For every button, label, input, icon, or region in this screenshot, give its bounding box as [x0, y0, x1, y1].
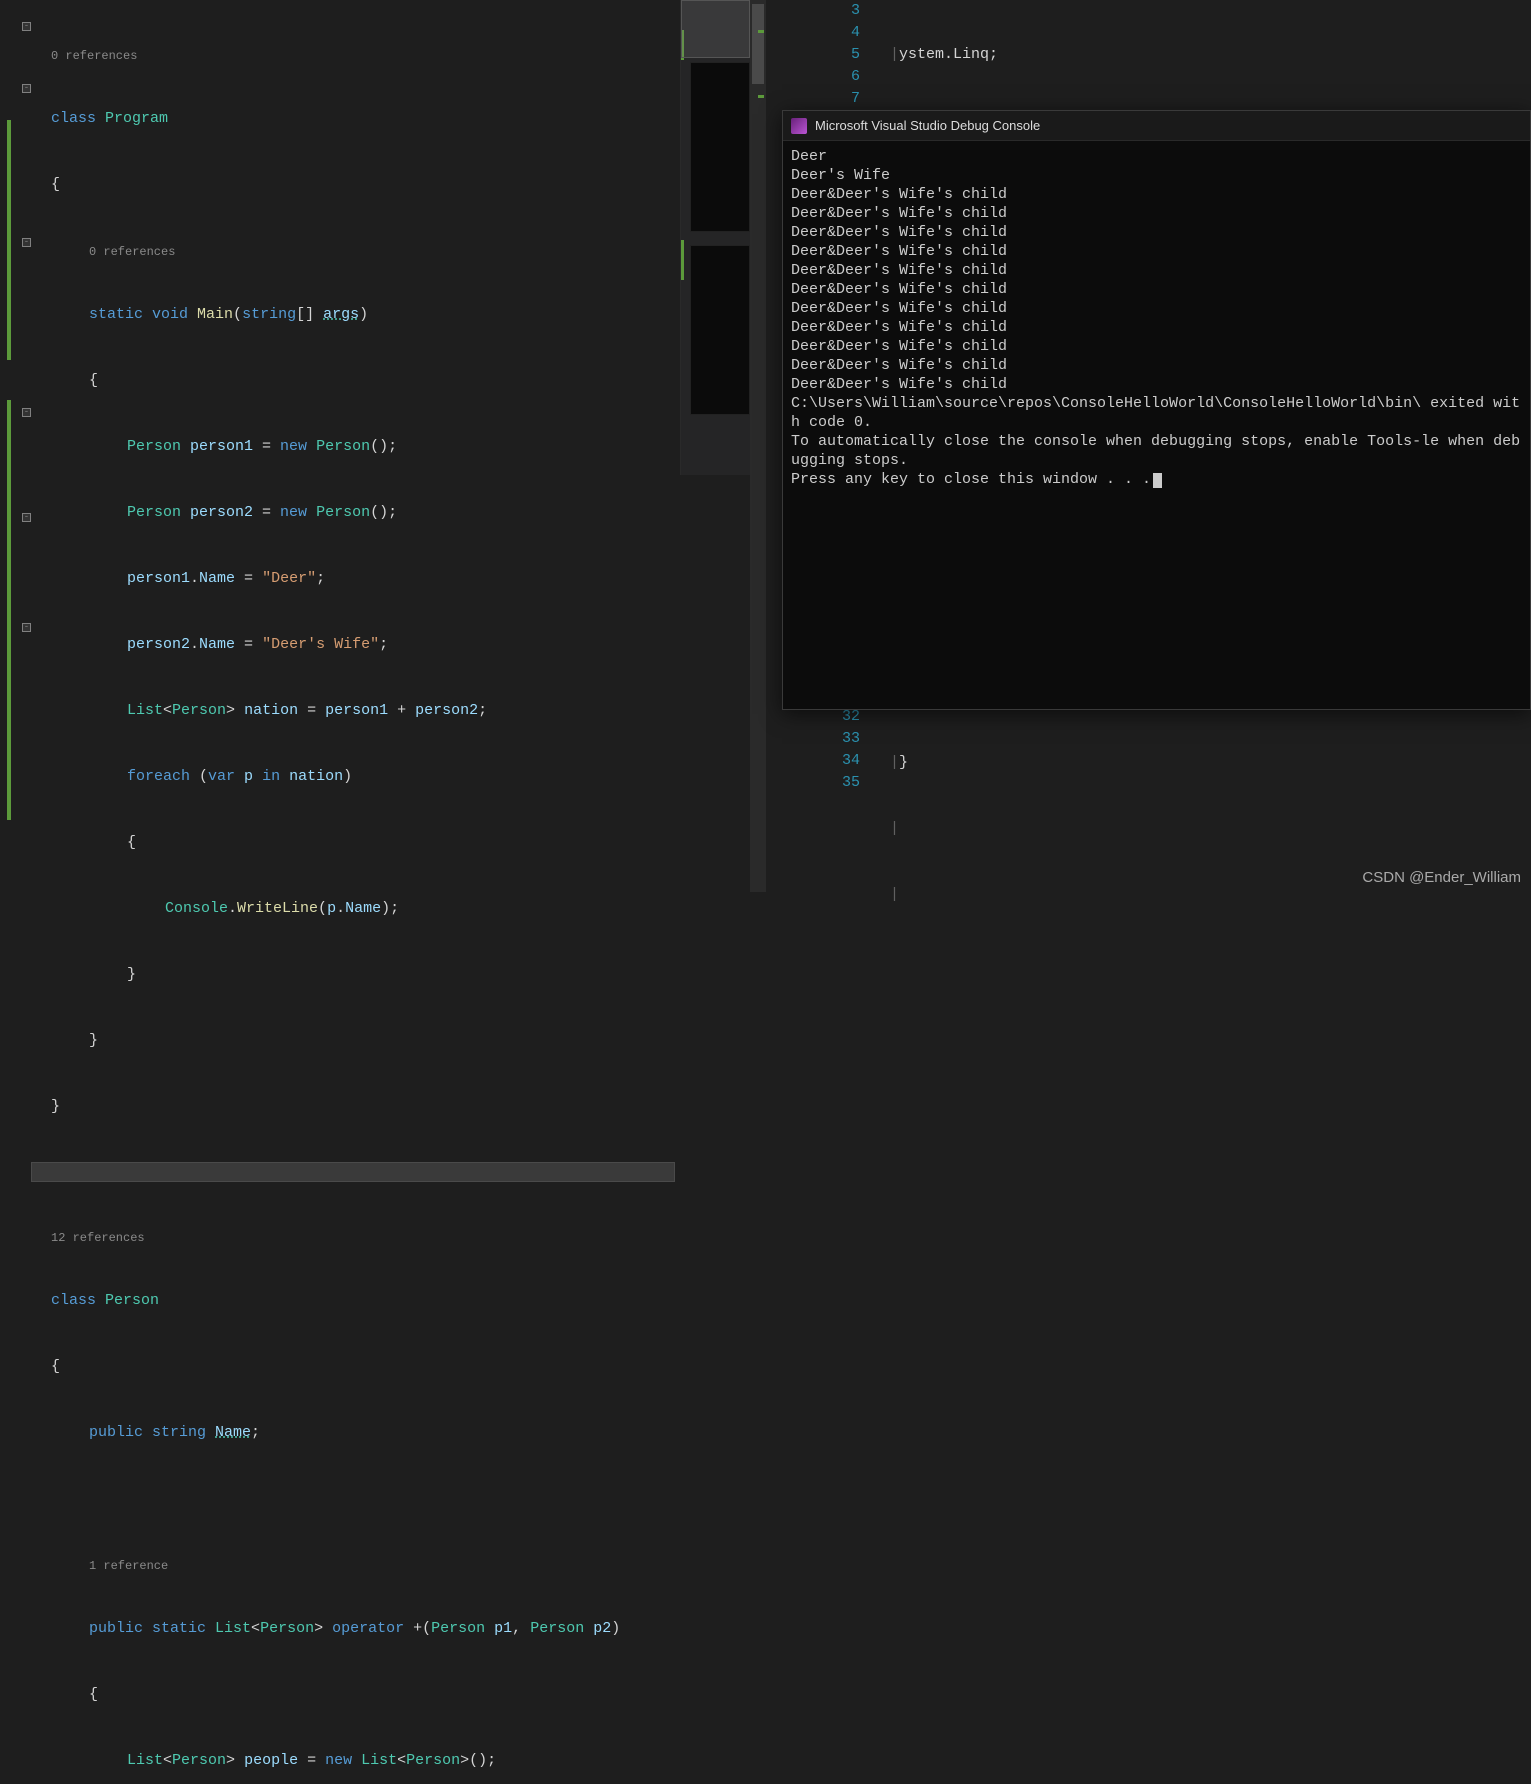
line-number: 6 [820, 68, 860, 85]
code-line[interactable]: public string Name; [35, 1422, 675, 1444]
scrollbar-marker [758, 30, 764, 33]
code-line[interactable]: List<Person> nation = person1 + person2; [35, 700, 675, 722]
line-number: 5 [820, 46, 860, 63]
code-line[interactable]: |} [890, 752, 944, 774]
fold-toggle[interactable]: - [22, 408, 31, 417]
code-line[interactable]: class Person [35, 1290, 675, 1312]
line-number: 34 [820, 752, 860, 769]
change-marker [7, 120, 11, 360]
fold-toggle[interactable]: - [22, 84, 31, 93]
minimap-viewport[interactable] [681, 0, 750, 58]
code-line[interactable]: } [35, 964, 675, 986]
code-line[interactable]: Person person2 = new Person(); [35, 502, 675, 524]
codelens-references[interactable]: 12 references [51, 1230, 675, 1246]
line-number: 4 [820, 24, 860, 41]
left-editor-panel[interactable]: - - - - - - 0 references class Program {… [0, 0, 680, 892]
minimap-region [690, 245, 750, 415]
fold-toggle[interactable]: - [22, 22, 31, 31]
code-line[interactable]: { [35, 370, 675, 392]
code-line[interactable]: public static List<Person> operator +(Pe… [35, 1618, 675, 1640]
line-number: 33 [820, 730, 860, 747]
code-line[interactable]: person1.Name = "Deer"; [35, 568, 675, 590]
scrollbar-thumb[interactable] [752, 4, 764, 84]
minimap[interactable] [680, 0, 750, 475]
minimap-change-marker [681, 240, 684, 280]
code-line-selected[interactable] [31, 1162, 675, 1182]
scrollbar-marker [758, 95, 764, 98]
code-line[interactable]: |ystem.Linq; [890, 44, 1531, 66]
codelens-references[interactable]: 0 references [51, 48, 675, 64]
code-line[interactable]: Console.WriteLine(p.Name); [35, 898, 675, 920]
code-line[interactable]: { [35, 832, 675, 854]
codelens-references[interactable]: 1 reference [89, 1558, 675, 1574]
code-line[interactable]: person2.Name = "Deer's Wife"; [35, 634, 675, 656]
code-line[interactable]: { [35, 1356, 675, 1378]
watermark-text: CSDN @Ender_William [1362, 869, 1521, 886]
code-line[interactable]: Person person1 = new Person(); [35, 436, 675, 458]
code-line[interactable]: { [35, 1684, 675, 1706]
console-output[interactable]: DeerDeer's WifeDeer&Deer's Wife's childD… [783, 141, 1530, 495]
codelens-references[interactable]: 0 references [89, 244, 675, 260]
minimap-region [690, 62, 750, 232]
fold-toggle[interactable]: - [22, 513, 31, 522]
left-gutter: - - - - - - [0, 0, 35, 892]
code-line[interactable] [35, 1488, 675, 1510]
code-line[interactable] [890, 950, 944, 972]
code-line[interactable]: } [35, 1030, 675, 1052]
debug-console-window[interactable]: Microsoft Visual Studio Debug Console De… [782, 110, 1531, 710]
code-line[interactable]: | [890, 818, 944, 840]
code-line[interactable]: static void Main(string[] args) [35, 304, 675, 326]
fold-toggle[interactable]: - [22, 238, 31, 247]
line-number: 3 [820, 2, 860, 19]
vertical-scrollbar[interactable] [750, 0, 766, 892]
code-line[interactable]: { [35, 174, 675, 196]
code-line[interactable]: } [35, 1096, 675, 1118]
code-line[interactable]: List<Person> people = new List<Person>()… [35, 1750, 675, 1772]
console-titlebar[interactable]: Microsoft Visual Studio Debug Console [783, 111, 1530, 141]
code-line[interactable]: class Program [35, 108, 675, 130]
change-marker [7, 400, 11, 820]
code-line[interactable]: | [890, 884, 944, 906]
line-number: 7 [820, 90, 860, 107]
visual-studio-icon [791, 118, 807, 134]
code-line[interactable]: foreach (var p in nation) [35, 766, 675, 788]
console-title-text: Microsoft Visual Studio Debug Console [815, 118, 1040, 133]
line-number: 32 [820, 708, 860, 725]
fold-toggle[interactable]: - [22, 623, 31, 632]
line-number: 35 [820, 774, 860, 791]
left-code-area[interactable]: 0 references class Program { 0 reference… [35, 0, 675, 1784]
